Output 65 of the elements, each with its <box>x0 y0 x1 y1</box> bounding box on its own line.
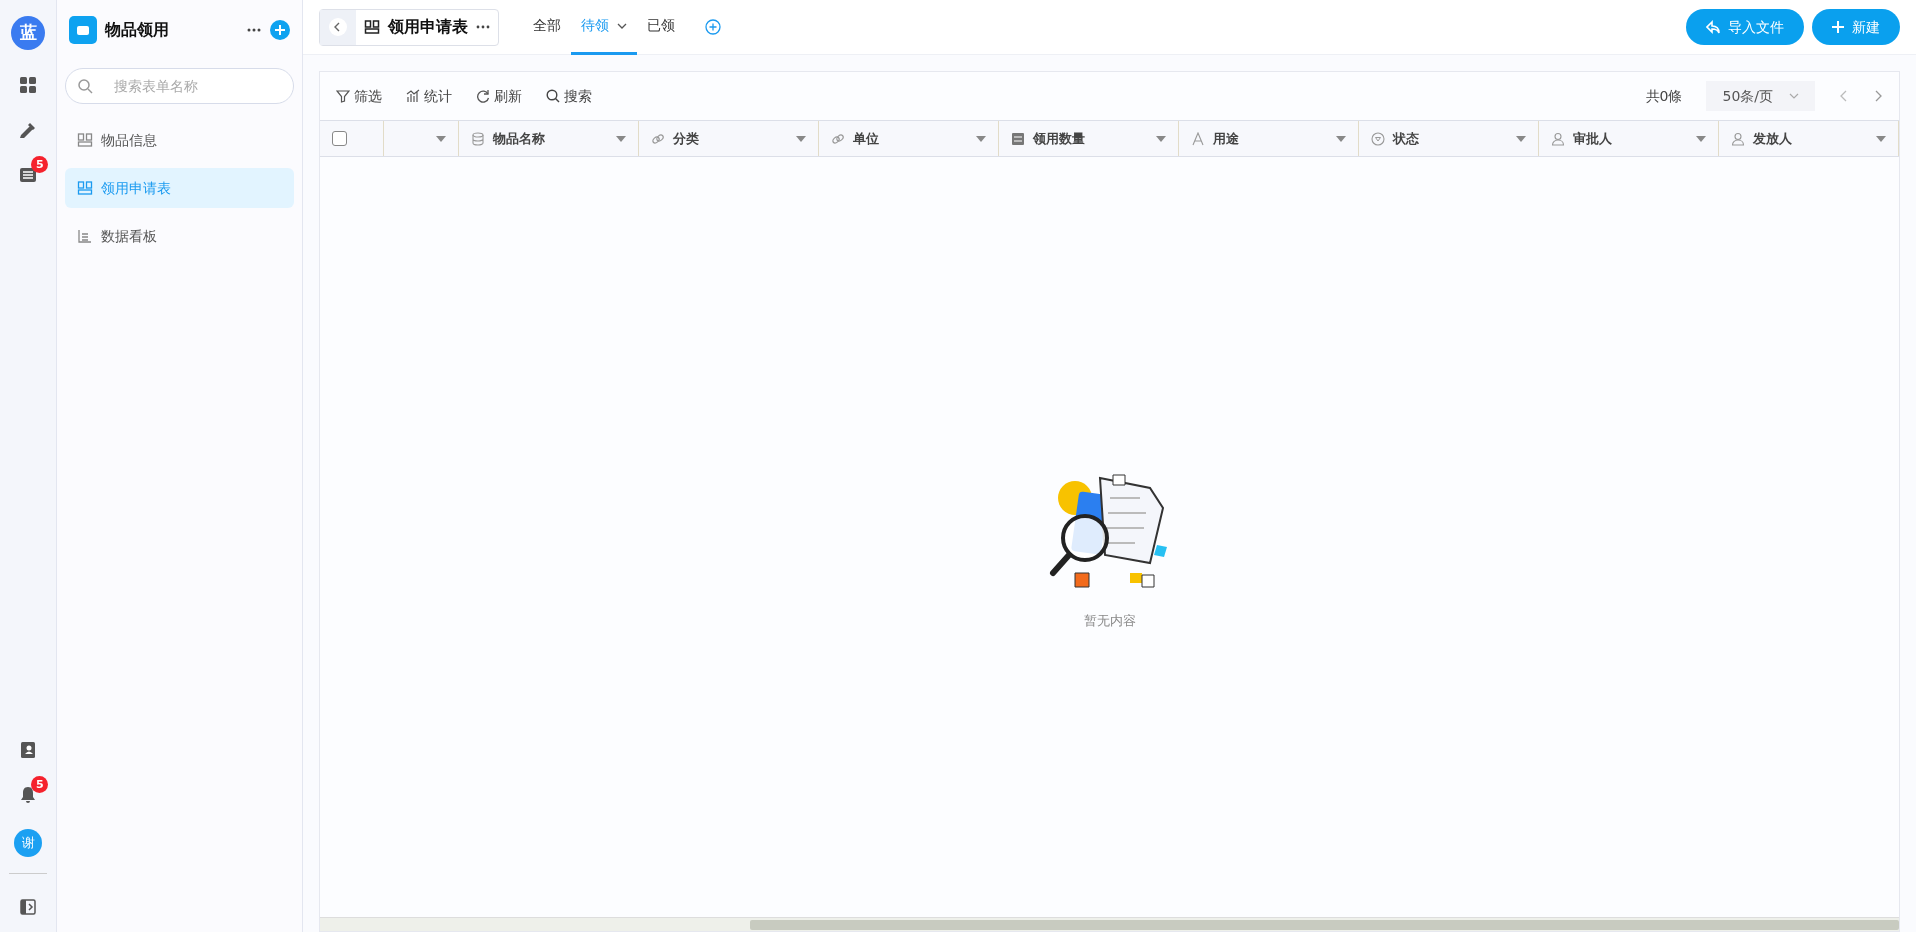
link-icon <box>651 131 665 146</box>
sort-caret-icon[interactable] <box>1336 135 1346 142</box>
list-icon[interactable] <box>18 165 39 185</box>
notification-count: 5 <box>31 776 49 793</box>
refresh-icon <box>476 89 490 103</box>
database-icon <box>471 131 485 146</box>
search-button[interactable]: 搜索 <box>546 85 592 107</box>
column-header: 用途 <box>1213 129 1240 148</box>
column-header: 领用数量 <box>1033 129 1086 148</box>
view-tab[interactable]: 已领 <box>637 0 685 55</box>
chevron-down-icon <box>1789 91 1799 101</box>
bar-chart-icon <box>406 89 420 103</box>
column-header: 物品名称 <box>493 129 546 148</box>
chart-icon <box>77 228 94 244</box>
add-view-icon[interactable] <box>705 19 721 35</box>
app-icon <box>69 16 98 44</box>
sidebar-item[interactable]: 物品信息 <box>65 120 294 160</box>
sort-caret-icon[interactable] <box>1876 135 1886 142</box>
filter-button[interactable]: 筛选 <box>336 85 382 107</box>
sort-caret-icon[interactable] <box>976 135 986 142</box>
previous-page-icon[interactable] <box>1839 90 1849 102</box>
sort-caret-icon[interactable] <box>616 135 626 142</box>
plus-icon <box>1832 21 1844 33</box>
sort-caret-icon[interactable] <box>1696 135 1706 142</box>
search-icon <box>546 89 560 103</box>
app-title: 物品领用 <box>105 19 171 41</box>
empty-message: 暂无内容 <box>1083 612 1136 631</box>
search-icon <box>77 78 94 94</box>
view-tab[interactable]: 全部 <box>523 0 571 55</box>
column-header: 审批人 <box>1573 129 1613 148</box>
number-field-icon <box>1011 131 1025 146</box>
record-count: 共0條 <box>1645 86 1683 106</box>
add-icon[interactable] <box>270 20 290 40</box>
sort-caret-icon[interactable] <box>1156 135 1166 142</box>
link-icon <box>831 131 845 146</box>
form-icon <box>364 19 380 35</box>
reply-arrow-icon <box>1706 20 1720 34</box>
refresh-button[interactable]: 刷新 <box>476 85 522 107</box>
column-header: 发放人 <box>1753 129 1793 148</box>
back-icon <box>328 17 348 37</box>
collapse-sidebar-icon[interactable] <box>19 898 38 916</box>
text-field-icon <box>1191 131 1205 146</box>
sidebar-item[interactable]: 数据看板 <box>65 216 294 256</box>
column-header: 分类 <box>673 129 700 148</box>
form-icon <box>77 180 94 196</box>
column-header: 状态 <box>1393 129 1420 148</box>
grid-icon[interactable] <box>18 75 39 95</box>
person-icon <box>1551 131 1565 146</box>
form-icon <box>77 132 94 148</box>
form-title: 领用申请表 <box>388 16 468 38</box>
search-field[interactable]: 搜索表单名称 <box>65 68 294 104</box>
sort-caret-icon[interactable] <box>796 135 806 142</box>
sort-caret-icon[interactable] <box>436 135 446 142</box>
chart-button[interactable]: 统计 <box>406 85 452 107</box>
logo[interactable]: 蓝 <box>11 16 46 50</box>
status-icon <box>1371 131 1385 146</box>
checkbox[interactable] <box>332 131 347 146</box>
filter-icon <box>336 89 350 103</box>
notification-count: 5 <box>31 156 49 173</box>
next-page-icon[interactable] <box>1873 90 1883 102</box>
column-header: 单位 <box>853 129 880 148</box>
horizontal-scrollbar[interactable] <box>320 917 1899 931</box>
page-size-select[interactable]: 50条/页 <box>1706 81 1815 111</box>
sort-caret-icon[interactable] <box>1516 135 1526 142</box>
person-icon <box>1731 131 1745 146</box>
